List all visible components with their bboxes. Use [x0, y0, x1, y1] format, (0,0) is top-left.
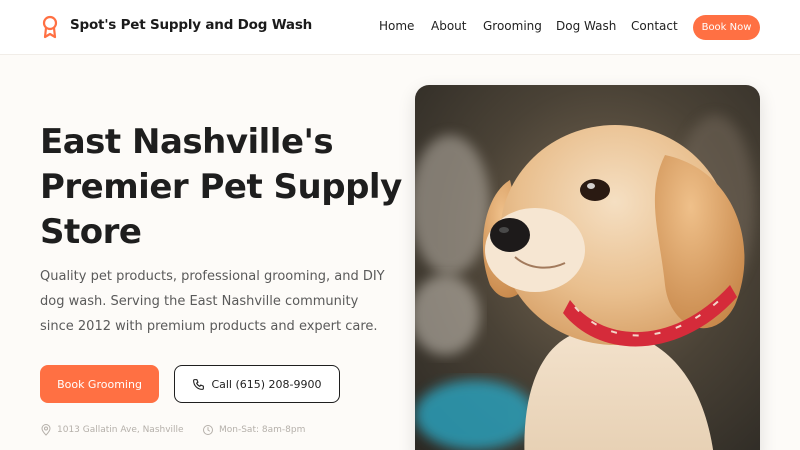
site-header: Spot's Pet Supply and Dog Wash Home Abou… [0, 0, 800, 55]
nav-grooming[interactable]: Grooming [483, 19, 542, 33]
puppy-photo [415, 85, 760, 450]
hours-info: Mon-Sat: 8am-8pm [202, 424, 305, 436]
book-now-button[interactable]: Book Now [693, 15, 760, 40]
address-text: 1013 Gallatin Ave, Nashville [57, 425, 184, 435]
nav-home[interactable]: Home [379, 19, 414, 33]
clock-icon [203, 425, 213, 435]
brand-name[interactable]: Spot's Pet Supply and Dog Wash [70, 17, 312, 33]
puppy-illustration [415, 85, 760, 450]
hero-description: Quality pet products, professional groom… [40, 269, 385, 334]
award-ribbon-icon[interactable] [40, 15, 60, 39]
phone-icon [193, 378, 205, 390]
hero-title: East Nashville's Premier Pet Supply Stor… [40, 122, 402, 252]
book-grooming-button[interactable]: Book Grooming [40, 365, 159, 403]
map-pin-icon [41, 424, 51, 436]
nav-contact[interactable]: Contact [631, 19, 678, 33]
hours-text: Mon-Sat: 8am-8pm [219, 425, 306, 435]
nav-about[interactable]: About [431, 19, 466, 33]
call-button[interactable]: Call (615) 208-9900 [174, 365, 340, 403]
address-info: 1013 Gallatin Ave, Nashville [40, 424, 184, 436]
nav-dog-wash[interactable]: Dog Wash [556, 19, 616, 33]
call-button-label: Call (615) 208-9900 [211, 377, 322, 391]
